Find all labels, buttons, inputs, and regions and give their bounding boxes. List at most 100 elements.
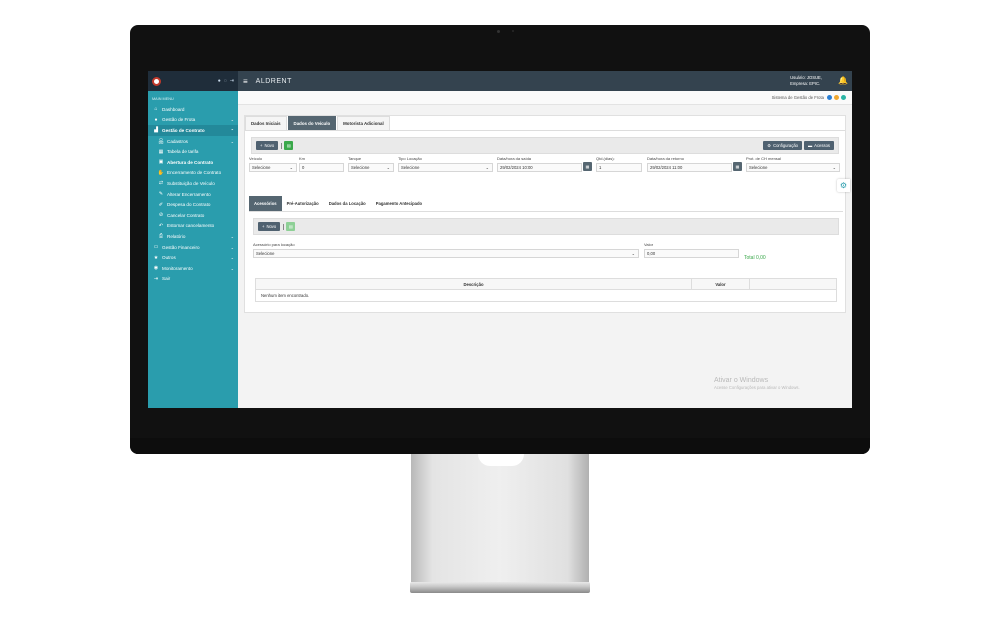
gauge-icon: ● xyxy=(154,116,158,123)
bell-outline-icon[interactable]: ◌ xyxy=(224,78,227,84)
sidebar-item-cancelar-contrato[interactable]: ⊘ Cancelar Contrato xyxy=(148,210,238,221)
sidebar: ● ◌ ⇥ MAIN MENU ⌂ Dashboard ● Gestão de Fro… xyxy=(148,71,238,408)
data-saida-input[interactable]: 29/02/2024 10:00 xyxy=(497,163,582,172)
tab-acessorios[interactable]: Acessórios xyxy=(249,196,282,211)
tab-dados-do-veiculo[interactable]: Dados do Veículo xyxy=(287,116,337,130)
chevron-icon: ⌄ xyxy=(230,233,234,239)
company-name: Empresa: EPIC. xyxy=(790,81,821,86)
settings-gear-icon[interactable]: ⚙ xyxy=(837,179,850,192)
acessorio-value: Selecione xyxy=(256,251,275,256)
tab-pre-autorizacao[interactable]: Pré-Autorização xyxy=(282,196,324,211)
sidebar-item-sair[interactable]: ⇥ Sair xyxy=(148,274,238,285)
data-retorno-input[interactable]: 29/02/2024 11:00 xyxy=(647,163,732,172)
sidebar-item-label: Alterar Encerramento xyxy=(167,191,211,197)
tab-dados-iniciais[interactable]: Dados Iniciais xyxy=(245,116,287,130)
tab-motorista-adicional[interactable]: Motorista Adicional xyxy=(337,116,390,130)
veiculo-value: Selecione xyxy=(252,165,271,170)
chevron-icon: ⌄ xyxy=(230,255,234,261)
acessorio-select[interactable]: Selecione ⌄ xyxy=(253,249,639,258)
sidebar-header-icons: ● ◌ ⇥ xyxy=(218,78,234,84)
sidebar-item-tabela-de-tarifa[interactable]: ▦ Tabela de tarifa xyxy=(148,146,238,157)
sidebar-item-label: Gestão de Contrato xyxy=(162,127,205,133)
prot-ch-mensal-value: Selecione xyxy=(749,165,768,170)
sidebar-item-alterar-encerramento[interactable]: ✎ Alterar Encerramento xyxy=(148,189,238,200)
theme-dot-blue[interactable] xyxy=(827,95,832,100)
sidebar-item-outros[interactable]: ★ Outros ⌄ xyxy=(148,252,238,263)
sidebar-item-estornar-cancelamento[interactable]: ↶ Estornar cancelamento xyxy=(148,221,238,232)
qtd-dias-input[interactable]: 1 xyxy=(596,163,642,172)
logout-icon: ⇥ xyxy=(153,275,159,282)
tab-pagamento-antecipado[interactable]: Pagamento Antecipado xyxy=(371,196,427,211)
sidebar-item-gest-o-de-frota[interactable]: ● Gestão de Frota ⌄ xyxy=(148,115,238,126)
watermark-subtitle: Acesse Configurações para ativar o Windo… xyxy=(714,385,800,390)
sidebar-item-label: Substituição de Veículo xyxy=(167,180,215,186)
exchange-icon: ⇄ xyxy=(158,180,164,187)
handshake-icon: ✋ xyxy=(157,169,165,176)
main-toolbar: + Novo ▤ ⚙ Configuração ▬ Acessos xyxy=(251,137,839,154)
sidebar-item-label: Dashboard xyxy=(162,106,185,112)
sidebar-item-despesa-do-contrato[interactable]: ✐ Despesa do Contrato xyxy=(148,199,238,210)
chat-icon[interactable]: ● xyxy=(218,78,221,84)
tab-dados-da-locacao[interactable]: Dados da Locação xyxy=(324,196,371,211)
save-icon: ▤ xyxy=(288,224,293,229)
app-logo[interactable] xyxy=(152,76,161,86)
new-button[interactable]: + Novo xyxy=(256,141,279,150)
sitemap-icon: 品 xyxy=(158,138,164,145)
chevron-down-icon: ⌄ xyxy=(485,165,489,170)
save-button[interactable]: ▤ xyxy=(284,141,294,150)
sidebar-item-gest-o-financeiro[interactable]: ▭ Gestão Financeiro ⌄ xyxy=(148,242,238,253)
calendar-icon[interactable]: ▦ xyxy=(583,162,592,171)
valor-label: Valor xyxy=(644,242,654,247)
config-button[interactable]: ⚙ Configuração xyxy=(763,141,802,150)
veiculo-select[interactable]: Selecione ⌄ xyxy=(249,163,297,172)
valor-input[interactable]: 0,00 xyxy=(644,249,739,258)
system-name: Sistema de Gestão de Frota xyxy=(771,95,824,100)
notification-bell-icon[interactable]: 🔔 xyxy=(838,76,848,85)
column-valor[interactable]: Valor xyxy=(692,279,750,289)
grid-empty-message: Nenhum item encontrado. xyxy=(261,293,310,298)
accessories-toolbar: + Novo ▤ xyxy=(253,218,839,235)
theme-dot-orange[interactable] xyxy=(834,95,839,100)
sidebar-item-label: Encerramento de Contrato xyxy=(167,170,222,176)
tanque-select[interactable]: Selecione ⌄ xyxy=(348,163,394,172)
cogs-icon: ⚙ xyxy=(767,143,772,148)
user-info: Usuário: JOSUE, Empresa: EPIC. xyxy=(790,75,822,87)
pencil-icon: ✎ xyxy=(158,191,164,198)
tipo-locacao-label: Tipo Locação xyxy=(398,156,422,161)
ban-icon: ⊘ xyxy=(158,212,164,219)
sidebar-item-label: Sair xyxy=(162,276,171,282)
sidebar-item-gest-o-de-contrato[interactable]: ▟ Gestão de Contrato ⌃ xyxy=(148,125,238,136)
field-data-saida: Data/hora da saída 29/02/2024 10:00 xyxy=(497,156,582,172)
sidebar-item-substitui-o-de-ve-culo[interactable]: ⇄ Substituição de Veículo xyxy=(148,178,238,189)
sidebar-item-dashboard[interactable]: ⌂ Dashboard xyxy=(148,104,238,115)
sidebar-item-label: Cadastros xyxy=(167,138,188,144)
sidebar-item-abertura-de-contrato[interactable]: ▣ Abertura de Contrato xyxy=(148,157,238,168)
veiculo-label: Veículo xyxy=(249,156,263,161)
sidebar-item-relat-rio[interactable]: ⎙ Relatório ⌄ xyxy=(148,231,238,242)
stand-cutout xyxy=(478,454,524,466)
report-icon: ⎙ xyxy=(158,233,163,240)
hamburger-menu-icon[interactable]: ≡ xyxy=(243,77,248,86)
calendar-icon[interactable]: ▦ xyxy=(733,162,742,171)
tipo-locacao-select[interactable]: Selecione ⌄ xyxy=(398,163,493,172)
sidebar-item-encerramento-de-contrato[interactable]: ✋ Encerramento de Contrato xyxy=(148,168,238,179)
save-accessory-button[interactable]: ▤ xyxy=(286,222,296,231)
sidebar-item-monitoramento[interactable]: ◉ Monitoramento ⌄ xyxy=(148,263,238,274)
new-accessory-button[interactable]: + Novo xyxy=(258,222,281,231)
access-button[interactable]: ▬ Acessos xyxy=(803,141,834,150)
km-label: Km xyxy=(299,156,305,161)
column-descricao[interactable]: Descrição xyxy=(256,279,692,289)
logout-small-icon[interactable]: ⇥ xyxy=(230,78,234,84)
monitor-base xyxy=(410,582,590,593)
money-icon: ▭ xyxy=(153,244,159,251)
sidebar-item-cadastros[interactable]: 品 Cadastros ⌄ xyxy=(148,136,238,147)
chevron-icon: ⌄ xyxy=(230,265,234,271)
accessory-total: Total 0,00 xyxy=(744,255,766,261)
sidebar-header: ● ◌ ⇥ xyxy=(148,71,238,91)
sidebar-item-label: Gestão de Frota xyxy=(162,117,196,123)
accessories-grid: Descrição Valor Nenhum item encontrado. xyxy=(255,278,837,302)
plus-icon: + xyxy=(262,224,265,229)
prot-ch-mensal-select[interactable]: Selecione ⌄ xyxy=(746,163,840,172)
km-input[interactable]: 0 xyxy=(299,163,344,172)
theme-dot-teal[interactable] xyxy=(841,95,846,100)
